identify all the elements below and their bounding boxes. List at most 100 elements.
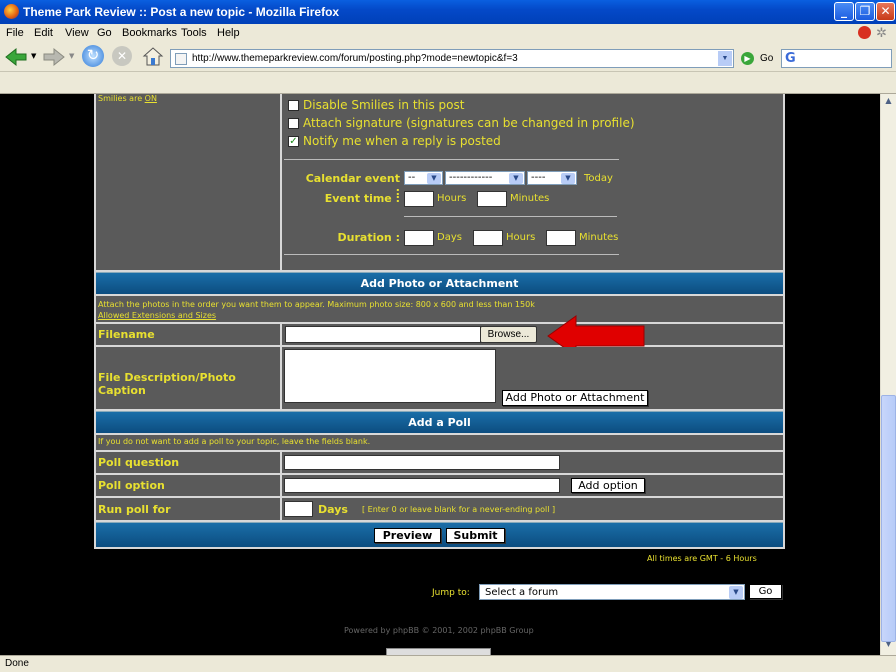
duration-hours-input[interactable] bbox=[473, 230, 503, 246]
menu-edit[interactable]: Edit bbox=[34, 27, 53, 39]
poll-option-label-cell: Poll option bbox=[96, 475, 280, 496]
run-poll-hint: [ Enter 0 or leave blank for a never-end… bbox=[362, 505, 556, 514]
run-poll-label-cell: Run poll for bbox=[96, 498, 280, 520]
attach-signature-label: Attach signature (signatures can be chan… bbox=[303, 116, 635, 130]
forward-icon[interactable] bbox=[42, 47, 66, 67]
minutes-label: Minutes bbox=[579, 232, 619, 243]
forward-dropdown-icon[interactable]: ▼ bbox=[69, 52, 74, 60]
options-right-cell: Disable Smilies in this post Attach sign… bbox=[282, 94, 783, 270]
bookmarks-toolbar bbox=[0, 72, 896, 94]
jump-go-button[interactable]: Go bbox=[749, 584, 782, 599]
stop-icon[interactable]: ✕ bbox=[112, 46, 132, 66]
run-poll-days-input[interactable] bbox=[284, 501, 313, 517]
duration-days-input[interactable] bbox=[404, 230, 434, 246]
notify-reply-label: Notify me when a reply is posted bbox=[303, 134, 501, 148]
divider bbox=[284, 254, 619, 255]
hours-label: Hours bbox=[506, 232, 536, 243]
menu-go[interactable]: Go bbox=[97, 27, 112, 39]
browse-button[interactable]: Browse... bbox=[480, 326, 537, 343]
back-dropdown-icon[interactable]: ▼ bbox=[31, 52, 36, 60]
chevron-down-icon: ▼ bbox=[427, 173, 441, 184]
run-poll-days-label: Days bbox=[318, 503, 348, 516]
filename-input-cell: Browse... bbox=[282, 324, 783, 345]
go-arrow-icon[interactable]: ▶ bbox=[741, 52, 754, 65]
run-poll-cell: Days [ Enter 0 or leave blank for a neve… bbox=[282, 498, 783, 520]
menu-view[interactable]: View bbox=[65, 27, 89, 39]
run-poll-label: Run poll for bbox=[98, 503, 171, 516]
event-time-label: Event time : bbox=[324, 192, 400, 205]
add-attachment-button[interactable]: Add Photo or Attachment bbox=[502, 390, 648, 406]
menu-tools[interactable]: Tools bbox=[181, 27, 207, 39]
filename-label-cell: Filename bbox=[96, 324, 280, 345]
url-bar[interactable]: http://www.themeparkreview.com/forum/pos… bbox=[170, 49, 734, 68]
minimize-button[interactable]: _ bbox=[834, 2, 854, 21]
year-select[interactable]: ---- ▼ bbox=[527, 171, 577, 185]
menu-bookmarks[interactable]: Bookmarks bbox=[122, 27, 177, 39]
event-minutes-input[interactable] bbox=[477, 191, 507, 207]
search-input[interactable]: G bbox=[781, 49, 892, 68]
jump-to-label: Jump to: bbox=[432, 588, 470, 598]
go-button[interactable]: Go bbox=[760, 53, 773, 64]
duration-label: Duration : bbox=[337, 231, 400, 244]
poll-info-text: If you do not want to add a poll to your… bbox=[98, 437, 371, 446]
status-bar: Done bbox=[0, 655, 896, 672]
allowed-extensions-link[interactable]: Allowed Extensions and Sizes bbox=[98, 311, 216, 320]
divider bbox=[284, 159, 619, 160]
menu-file[interactable]: File bbox=[6, 27, 24, 39]
jump-forum-select[interactable]: Select a forum ▼ bbox=[479, 584, 745, 600]
hours-label: Hours bbox=[437, 193, 467, 204]
powered-by-text: Powered by phpBB © 2001, 2002 phpBB Grou… bbox=[344, 626, 534, 635]
month-select[interactable]: ------------ ▼ bbox=[445, 171, 525, 185]
timezone-text: All times are GMT - 6 Hours bbox=[647, 554, 757, 563]
window-title: Theme Park Review :: Post a new topic - … bbox=[23, 5, 340, 19]
smilies-status-value[interactable]: ON bbox=[145, 94, 157, 103]
poll-option-label: Poll option bbox=[98, 479, 165, 492]
description-textarea[interactable] bbox=[284, 349, 496, 403]
attachment-header: Add Photo or Attachment bbox=[96, 272, 783, 294]
attach-signature-checkbox[interactable] bbox=[288, 118, 299, 129]
menu-help[interactable]: Help bbox=[217, 27, 240, 39]
preview-button[interactable]: Preview bbox=[374, 528, 441, 543]
poll-option-input[interactable] bbox=[284, 478, 560, 493]
scrollbar-thumb[interactable] bbox=[881, 395, 896, 642]
scroll-up-icon[interactable]: ▲ bbox=[882, 96, 895, 109]
status-text: Done bbox=[5, 658, 29, 669]
disable-smilies-checkbox[interactable] bbox=[288, 100, 299, 111]
event-hours-input[interactable] bbox=[404, 191, 434, 207]
submit-button[interactable]: Submit bbox=[446, 528, 505, 543]
poll-question-cell bbox=[282, 452, 783, 473]
description-label: File Description/Photo Caption bbox=[98, 371, 236, 397]
day-select[interactable]: -- ▼ bbox=[404, 171, 443, 185]
duration-minutes-input[interactable] bbox=[546, 230, 576, 246]
throbber-icon: ✲ bbox=[876, 25, 887, 40]
filename-label: Filename bbox=[98, 328, 155, 341]
today-link[interactable]: Today bbox=[584, 173, 613, 184]
days-label: Days bbox=[437, 232, 462, 243]
home-icon[interactable] bbox=[142, 45, 164, 67]
poll-question-label: Poll question bbox=[98, 456, 180, 469]
smilies-status-label: Smilies are bbox=[98, 94, 143, 103]
filename-input[interactable] bbox=[285, 326, 481, 343]
notify-reply-checkbox[interactable]: ✓ bbox=[288, 136, 299, 147]
poll-header: Add a Poll bbox=[96, 411, 783, 433]
poll-question-input[interactable] bbox=[284, 455, 560, 470]
description-label-cell: File Description/Photo Caption bbox=[96, 347, 280, 409]
maximize-button[interactable]: ❐ bbox=[855, 2, 875, 21]
stop-indicator-icon bbox=[858, 26, 871, 39]
add-option-button[interactable]: Add option bbox=[571, 478, 645, 493]
close-button[interactable]: ✕ bbox=[876, 2, 895, 21]
url-text[interactable]: http://www.themeparkreview.com/forum/pos… bbox=[192, 53, 518, 64]
disable-smilies-label: Disable Smilies in this post bbox=[303, 98, 465, 112]
attachment-info-cell: Attach the photos in the order you want … bbox=[96, 296, 783, 322]
google-icon[interactable]: G bbox=[785, 51, 796, 66]
description-input-cell: Add Photo or Attachment bbox=[282, 347, 783, 409]
back-icon[interactable] bbox=[4, 47, 28, 67]
options-left-cell: Smilies are ON bbox=[96, 94, 280, 270]
divider bbox=[404, 216, 617, 217]
url-dropdown-icon[interactable]: ▼ bbox=[718, 51, 732, 66]
menu-bar: File Edit View Go Bookmarks Tools Help ✲ bbox=[0, 24, 896, 42]
firefox-logo-icon bbox=[4, 4, 19, 19]
attachment-info-text: Attach the photos in the order you want … bbox=[98, 300, 535, 309]
reload-icon[interactable]: ↻ bbox=[82, 45, 104, 67]
chevron-down-icon: ▼ bbox=[561, 173, 575, 184]
